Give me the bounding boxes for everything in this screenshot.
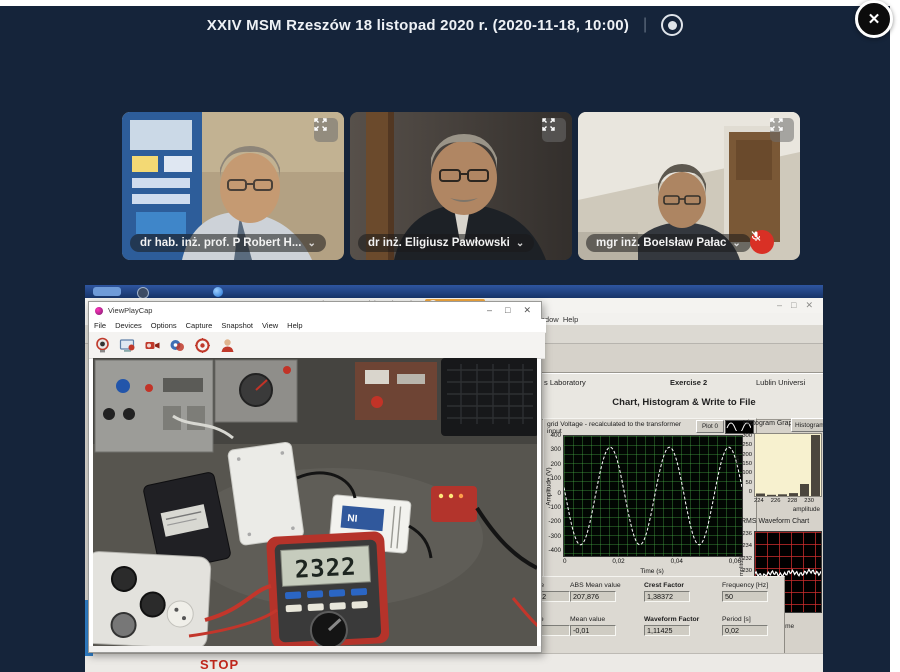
expand-arrows-icon: [770, 118, 783, 131]
voltage-chart-title: grid Voltage - recalculated to the trans…: [547, 421, 695, 435]
menu-item: File: [94, 321, 106, 330]
viewplaycap-toolbar: [89, 332, 545, 359]
menu-item: View: [262, 321, 278, 330]
desktop-button: [93, 287, 121, 296]
lab-bench-video: NI: [93, 358, 537, 646]
expand-arrows-icon: [314, 118, 327, 131]
histogram-y-ticks: 300250200150100500: [741, 433, 752, 495]
minimize-icon: –: [487, 305, 492, 316]
participant-tile-1[interactable]: dr hab. inż. prof. P Robert H... ⌄: [122, 112, 344, 260]
voltage-waveform-plot: [563, 435, 743, 557]
record-icon[interactable]: [661, 14, 683, 36]
fullscreen-icon[interactable]: [542, 118, 566, 142]
menu-item: Devices: [115, 321, 142, 330]
desktop-title-bar: [85, 285, 823, 298]
expand-arrows-icon: [542, 118, 555, 131]
histogram-title: Histogram Graph: [743, 420, 796, 427]
fullscreen-icon[interactable]: [770, 118, 794, 142]
plot-legend-button: Plot 0: [696, 420, 724, 433]
university-label: Lublin Universi: [756, 378, 805, 387]
values-grid: …tude …612 ABS Mean value 207,876 Crest …: [524, 582, 784, 650]
chevron-down-icon: ⌄: [516, 238, 524, 249]
participant-name-pill[interactable]: dr hab. inż. prof. P Robert H... ⌄: [130, 234, 326, 252]
meeting-title: XXIV MSM Rzeszów 18 listopad 2020 r. (20…: [207, 17, 629, 34]
lab-bench-photo: NI: [93, 358, 537, 646]
laptop-keyboard: [441, 358, 537, 436]
viewplaycap-title: ViewPlayCap: [108, 306, 152, 315]
power-supply: [95, 360, 213, 452]
outer-window-controls: – □ ✕: [777, 300, 813, 311]
screen-share[interactable]: CW5_Exercise_1_prog_2_lab16_dev1.vi Fron…: [85, 285, 823, 672]
component-box: [355, 362, 437, 420]
minimize-icon: –: [777, 300, 782, 311]
histogram-button: Histogram: [791, 418, 823, 432]
tf-app-icon: [137, 287, 149, 299]
voltage-y-ticks: 4003002001000-100-200-300-400: [546, 432, 561, 554]
menu-item: Options: [151, 321, 177, 330]
labview-bottom-strip: STOP: [85, 653, 823, 672]
fullscreen-icon[interactable]: [314, 118, 338, 142]
viewplaycap-menubar: File Devices Options Capture Snapshot View Hel…: [89, 319, 546, 333]
value-cell: Frequency [Hz] 50: [722, 582, 778, 616]
voltage-chart-panel: grid Voltage - recalculated to the trans…: [543, 418, 757, 582]
menu-item: Capture: [186, 321, 213, 330]
participant-tile-3[interactable]: mgr inż. Boelsław Pałac ⌄: [578, 112, 800, 260]
value-cell: ABS Mean value 207,876: [570, 582, 644, 616]
participant-tile-2[interactable]: dr inż. Eligiusz Pawłowski ⌄: [350, 112, 572, 260]
participant-name: mgr inż. Boelsław Pałac: [596, 237, 726, 249]
exercise-label: Exercise 2: [670, 378, 707, 387]
participant-tiles: dr hab. inż. prof. P Robert H... ⌄: [122, 112, 800, 260]
histogram-x-axis-label: amplitude: [754, 506, 820, 513]
multimeter-reading: 2322: [294, 552, 357, 583]
value-cell: Mean value -0,01: [570, 616, 644, 650]
value-cell: Period [s] 0,02: [722, 616, 778, 650]
microphone-muted-icon[interactable]: [750, 230, 774, 254]
participant-name: dr inż. Eligiusz Pawłowski: [368, 237, 510, 249]
monitor-capture-icon: [118, 336, 137, 355]
vi-title: Chart, Histogram & Write to File: [534, 397, 823, 408]
close-icon[interactable]: ✕: [855, 0, 893, 38]
measurement-values-panel: …tude …612 ABS Mean value 207,876 Crest …: [517, 576, 785, 654]
devices-icon: [168, 336, 187, 355]
maximize-icon: □: [791, 300, 796, 311]
voltage-x-ticks: 00,020,040,06: [563, 558, 741, 565]
stop-button: STOP: [200, 657, 239, 672]
power-strip: [93, 551, 211, 646]
viewplaycap-window-controls: – □ ✕: [487, 305, 531, 316]
camcorder-icon: [143, 336, 162, 355]
person-icon: [218, 336, 237, 355]
header-separator: |: [643, 16, 647, 34]
viewplaycap-statusbar: [89, 646, 541, 652]
blue-app-icon: [213, 287, 223, 297]
value-cell: Crest Factor 1,38372: [644, 582, 722, 616]
viewplaycap-titlebar: ViewPlayCap – □ ✕: [89, 302, 541, 320]
viewplaycap-app-icon: [95, 307, 103, 315]
svg-text:NI: NI: [347, 513, 358, 525]
participant-name-pill[interactable]: dr inż. Eligiusz Pawłowski ⌄: [358, 234, 534, 252]
viewplaycap-window: ViewPlayCap – □ ✕ File Devices Options Capt…: [88, 301, 542, 653]
meeting-header: XXIV MSM Rzeszów 18 listopad 2020 r. (20…: [0, 14, 890, 36]
multimeter: 2322: [266, 531, 390, 646]
voltage-x-axis-label: Time (s): [563, 568, 741, 575]
participant-name: dr hab. inż. prof. P Robert H...: [140, 237, 301, 249]
histogram-plot: [754, 433, 822, 497]
value-cell: Waveform Factor 1,11425: [644, 616, 722, 650]
rms-chart-title: RMS Waveform Chart: [741, 518, 809, 525]
close-window-icon: ✕: [523, 305, 531, 316]
white-instrument-box: [227, 442, 304, 546]
lab-name: s Laboratory: [544, 378, 586, 387]
menu-item: Help: [287, 321, 302, 330]
usb-hub: [431, 486, 477, 522]
participant-name-pill[interactable]: mgr inż. Boelsław Pałac ⌄: [586, 234, 751, 252]
settings-iris-icon: [193, 336, 212, 355]
menu-item: Snapshot: [221, 321, 253, 330]
histogram-x-ticks: 224226228230: [754, 498, 814, 504]
maximize-icon: □: [505, 305, 510, 316]
chevron-down-icon: ⌄: [732, 238, 740, 249]
close-window-icon: ✕: [805, 300, 813, 311]
labview-header: s Laboratory Exercise 2 Lublin Universi …: [533, 372, 823, 420]
autotransformer: [215, 360, 297, 422]
webcam-icon: [93, 336, 112, 355]
chevron-down-icon: ⌄: [307, 238, 315, 249]
